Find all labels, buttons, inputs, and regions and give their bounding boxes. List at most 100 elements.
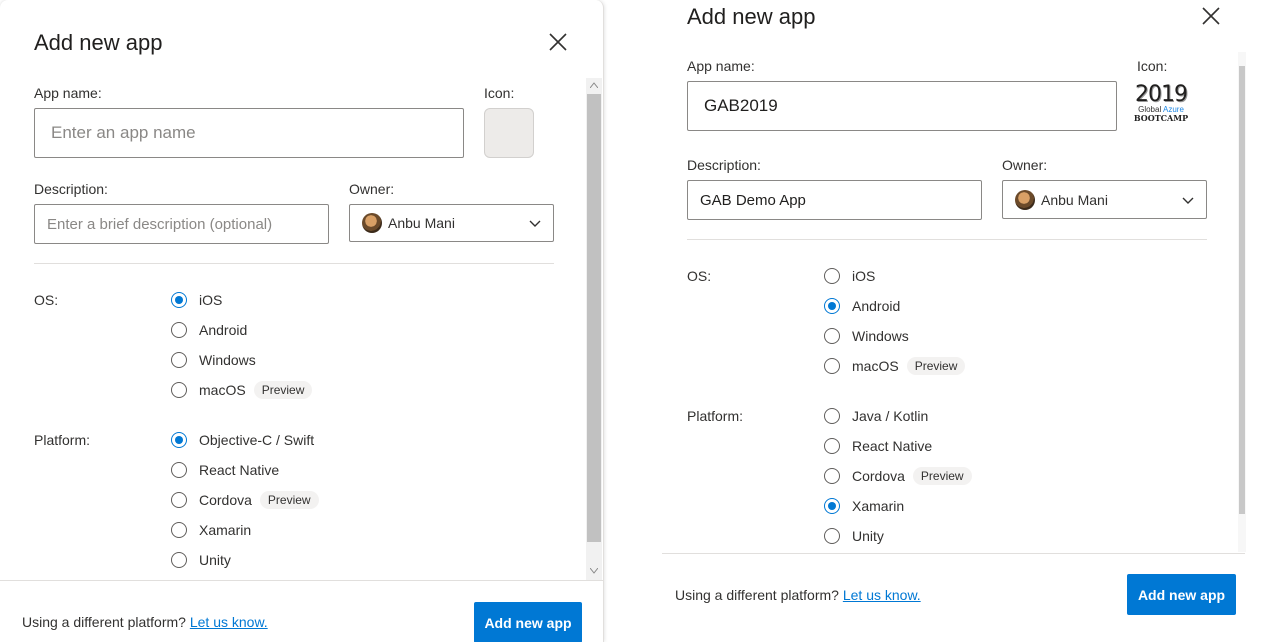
scroll-thumb[interactable]	[587, 94, 601, 542]
platform-label: Platform:	[687, 408, 744, 424]
owner-value: Anbu Mani	[388, 215, 455, 231]
close-icon[interactable]	[548, 32, 568, 52]
icon-year: 2019	[1135, 82, 1188, 107]
add-new-app-button[interactable]: Add new app	[1127, 574, 1236, 615]
os-label: OS:	[687, 268, 712, 284]
description-label: Description:	[687, 157, 761, 173]
app-name-label: App name:	[34, 85, 102, 101]
preview-badge: Preview	[253, 381, 313, 399]
let-us-know-link[interactable]: Let us know.	[843, 587, 921, 603]
platform-option-xamarin[interactable]: Xamarin	[171, 520, 319, 540]
radio-button[interactable]	[171, 432, 187, 448]
description-label: Description:	[34, 181, 108, 197]
radio-button[interactable]	[171, 322, 187, 338]
owner-label: Owner:	[349, 181, 395, 197]
owner-select[interactable]: Anbu Mani	[349, 204, 554, 242]
description-placeholder: Enter a brief description (optional)	[47, 215, 273, 233]
radio-button[interactable]	[171, 462, 187, 478]
scroll-down-icon[interactable]	[590, 568, 598, 574]
chevron-down-icon	[1182, 197, 1194, 204]
radio-button[interactable]	[171, 352, 187, 368]
option-label: Java / Kotlin	[852, 408, 929, 424]
avatar	[362, 213, 382, 233]
radio-button[interactable]	[824, 408, 840, 424]
scroll-up-icon[interactable]	[590, 82, 598, 88]
option-label: Xamarin	[852, 498, 905, 514]
scrollbar[interactable]	[1238, 52, 1246, 552]
radio-button[interactable]	[824, 358, 840, 374]
dialog-footer: Using a different platform? Let us know.…	[0, 580, 603, 642]
app-name-input[interactable]: GAB2019	[687, 81, 1117, 131]
radio-button[interactable]	[171, 492, 187, 508]
dialog-title: Add new app	[687, 4, 816, 29]
description-value: GAB Demo App	[700, 191, 806, 209]
platform-option-cordova[interactable]: Cordova Preview	[824, 466, 972, 486]
footer-question: Using a different platform?	[22, 614, 186, 630]
option-label: macOS	[199, 382, 246, 398]
option-label: macOS	[852, 358, 899, 374]
dialog-title: Add new app	[34, 30, 163, 55]
add-new-app-button[interactable]: Add new app	[474, 602, 582, 642]
radio-button[interactable]	[824, 438, 840, 454]
os-option-android[interactable]: Android	[824, 296, 965, 316]
radio-button[interactable]	[824, 528, 840, 544]
app-name-label: App name:	[687, 58, 755, 74]
dialog-footer: Using a different platform? Let us know.…	[662, 553, 1245, 642]
preview-badge: Preview	[259, 491, 319, 509]
os-radio-group: iOS Android Windows macOS Preview	[824, 266, 966, 376]
platform-option-react-native[interactable]: React Native	[171, 460, 319, 480]
icon-upload-slot[interactable]	[484, 108, 534, 158]
option-label: Cordova	[852, 468, 905, 484]
platform-radio-group: Java / Kotlin React Native Cordova Previe…	[824, 406, 972, 546]
platform-option-xamarin[interactable]: Xamarin	[824, 496, 972, 516]
radio-button[interactable]	[824, 298, 840, 314]
description-input[interactable]: GAB Demo App	[687, 180, 982, 220]
close-icon[interactable]	[1201, 6, 1221, 26]
option-label: React Native	[852, 438, 933, 454]
option-label: iOS	[199, 292, 223, 308]
platform-option-react-native[interactable]: React Native	[824, 436, 972, 456]
description-input[interactable]: Enter a brief description (optional)	[34, 204, 329, 244]
radio-button[interactable]	[824, 468, 840, 484]
preview-badge: Preview	[912, 467, 972, 485]
scroll-thumb[interactable]	[1239, 66, 1245, 514]
platform-option-unity[interactable]: Unity	[824, 526, 972, 546]
platform-option-unity[interactable]: Unity	[171, 550, 319, 570]
preview-badge: Preview	[906, 357, 966, 375]
owner-select[interactable]: Anbu Mani	[1002, 180, 1207, 219]
app-icon-image[interactable]: 2019 Global Azure BOOTCAMP	[1134, 82, 1188, 132]
os-label: OS:	[34, 292, 59, 308]
platform-option-cordova[interactable]: Cordova Preview	[171, 490, 319, 510]
footer-text: Using a different platform? Let us know.	[22, 614, 268, 630]
radio-button[interactable]	[171, 292, 187, 308]
radio-button[interactable]	[824, 268, 840, 284]
os-option-ios[interactable]: iOS	[171, 290, 312, 310]
os-option-windows[interactable]: Windows	[171, 350, 312, 370]
owner-value: Anbu Mani	[1041, 191, 1108, 208]
app-name-input[interactable]: Enter an app name	[34, 108, 464, 158]
platform-option-objc-swift[interactable]: Objective-C / Swift	[171, 430, 319, 450]
platform-option-java-kotlin[interactable]: Java / Kotlin	[824, 406, 972, 426]
icon-label: Icon:	[484, 85, 515, 101]
scrollbar[interactable]	[586, 78, 602, 580]
radio-button[interactable]	[171, 552, 187, 568]
os-option-ios[interactable]: iOS	[824, 266, 965, 286]
platform-radio-group: Objective-C / Swift React Native Cordova…	[171, 430, 319, 570]
divider	[687, 239, 1207, 240]
let-us-know-link[interactable]: Let us know.	[190, 614, 268, 630]
radio-button[interactable]	[171, 522, 187, 538]
os-option-windows[interactable]: Windows	[824, 326, 965, 346]
option-label: Android	[199, 322, 248, 338]
divider	[34, 263, 554, 264]
os-option-macos[interactable]: macOS Preview	[824, 356, 966, 376]
right-add-app-dialog: Add new app App name: GAB2019 Icon: 2019…	[608, 0, 1272, 642]
option-label: Windows	[199, 352, 256, 368]
radio-button[interactable]	[824, 328, 840, 344]
radio-button[interactable]	[824, 498, 840, 514]
option-label: Xamarin	[199, 522, 252, 538]
icon-label: Icon:	[1137, 58, 1168, 74]
os-option-macos[interactable]: macOS Preview	[171, 380, 313, 400]
option-label: Unity	[852, 528, 884, 544]
os-option-android[interactable]: Android	[171, 320, 312, 340]
radio-button[interactable]	[171, 382, 187, 398]
